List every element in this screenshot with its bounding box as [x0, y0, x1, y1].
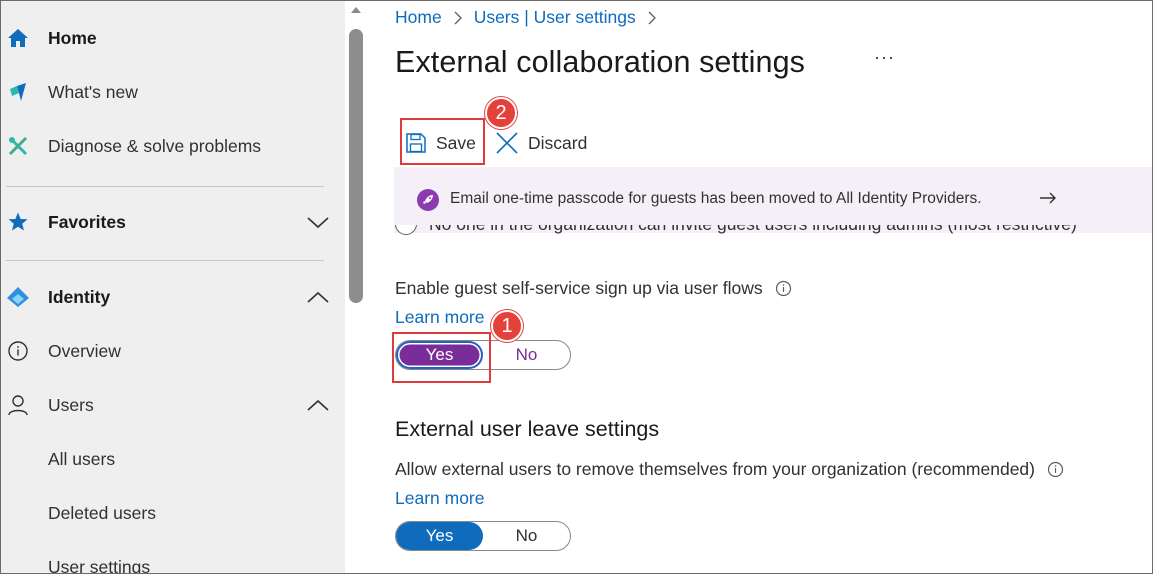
- portal-window: Home What's new Diagnose & solve problem…: [0, 0, 1153, 574]
- sidebar-item-overview[interactable]: Overview: [1, 329, 341, 373]
- nav-divider: [6, 186, 324, 187]
- sidebar-item-label: Deleted users: [48, 502, 156, 523]
- person-icon: [6, 393, 30, 417]
- info-banner[interactable]: Email one-time passcode for guests has b…: [394, 167, 1152, 233]
- leave-settings-label-text: Allow external users to remove themselve…: [395, 459, 1035, 479]
- info-icon: [6, 339, 30, 363]
- sidebar-item-label: What's new: [48, 81, 138, 102]
- banner-text: Email one-time passcode for guests has b…: [450, 190, 982, 207]
- leave-settings-label: Allow external users to remove themselve…: [395, 459, 1064, 480]
- nav-divider: [6, 260, 324, 261]
- discard-label: Discard: [528, 132, 588, 153]
- sidebar-item-label: Users: [48, 394, 94, 415]
- close-icon: [496, 132, 518, 154]
- guest-invite-radio-option[interactable]: No one in the organization can invite gu…: [395, 225, 1115, 243]
- identity-diamond-icon: [6, 285, 30, 309]
- info-icon[interactable]: [775, 280, 792, 297]
- chevron-right-icon: [452, 11, 464, 25]
- discard-button[interactable]: Discard: [495, 125, 587, 161]
- leave-settings-no-option[interactable]: No: [483, 522, 570, 550]
- page-title: External collaboration settings: [395, 45, 805, 79]
- sidebar-item-deleted-users[interactable]: Deleted users: [1, 491, 341, 535]
- annotation-badge-2: 2: [485, 97, 517, 129]
- chevron-up-icon[interactable]: [306, 395, 330, 415]
- annotation-badge-1: 1: [491, 310, 523, 342]
- section-heading: External user leave settings: [395, 417, 660, 441]
- self-service-label-text: Enable guest self-service sign up via us…: [395, 278, 763, 298]
- sidebar-item-label: Favorites: [48, 211, 126, 232]
- sidebar-item-whats-new[interactable]: What's new: [1, 70, 341, 114]
- breadcrumb-home-link[interactable]: Home: [395, 7, 442, 28]
- annotation-highlight-yes: [392, 332, 491, 383]
- sidebar-item-label: Diagnose & solve problems: [48, 135, 262, 156]
- breadcrumb-users-link[interactable]: Users | User settings: [474, 7, 636, 28]
- sidebar-scrollbar[interactable]: [345, 1, 367, 573]
- chevron-up-icon[interactable]: [306, 287, 330, 307]
- annotation-highlight-save: [400, 118, 485, 165]
- radio-option-label: No one in the organization can invite gu…: [429, 225, 1077, 235]
- main-content: Home Users | User settings External coll…: [367, 1, 1152, 573]
- sidebar-item-label: Overview: [48, 340, 121, 361]
- sidebar-item-all-users[interactable]: All users: [1, 437, 341, 481]
- star-icon: [6, 210, 30, 234]
- more-options-button[interactable]: ···: [874, 47, 895, 68]
- sidebar-item-users[interactable]: Users: [1, 383, 341, 427]
- rocket-icon: [417, 189, 439, 211]
- sidebar-item-diagnose[interactable]: Diagnose & solve problems: [1, 124, 341, 168]
- info-icon[interactable]: [1047, 461, 1064, 478]
- sidebar-item-label: User settings: [48, 556, 151, 574]
- sidebar-item-identity[interactable]: Identity: [1, 275, 341, 319]
- arrow-right-icon: [1040, 192, 1056, 204]
- self-service-no-option[interactable]: No: [483, 341, 570, 369]
- sidebar-item-home[interactable]: Home: [1, 16, 341, 60]
- radio-button[interactable]: [395, 225, 417, 235]
- wrench-icon: [6, 134, 30, 158]
- sidebar-item-label: Identity: [48, 286, 111, 307]
- scroll-thumb[interactable]: [349, 29, 363, 303]
- sidebar-item-favorites[interactable]: Favorites: [1, 200, 341, 244]
- chevron-down-icon[interactable]: [306, 212, 330, 232]
- leave-settings-yes-option[interactable]: Yes: [396, 522, 483, 550]
- home-icon: [6, 26, 30, 50]
- scroll-up-arrow-icon[interactable]: [351, 7, 361, 13]
- self-service-learn-more-link[interactable]: Learn more: [395, 307, 485, 328]
- sidebar-item-user-settings[interactable]: User settings: [1, 545, 341, 574]
- chevron-right-icon: [646, 11, 658, 25]
- sidebar-item-label: Home: [48, 27, 97, 48]
- left-nav: Home What's new Diagnose & solve problem…: [1, 1, 345, 574]
- self-service-label: Enable guest self-service sign up via us…: [395, 278, 792, 299]
- leave-settings-toggle[interactable]: Yes No: [395, 521, 571, 551]
- sidebar-item-label: All users: [48, 448, 116, 469]
- leave-settings-learn-more-link[interactable]: Learn more: [395, 488, 485, 509]
- whats-new-icon: [6, 80, 30, 104]
- breadcrumb: Home Users | User settings: [395, 7, 668, 28]
